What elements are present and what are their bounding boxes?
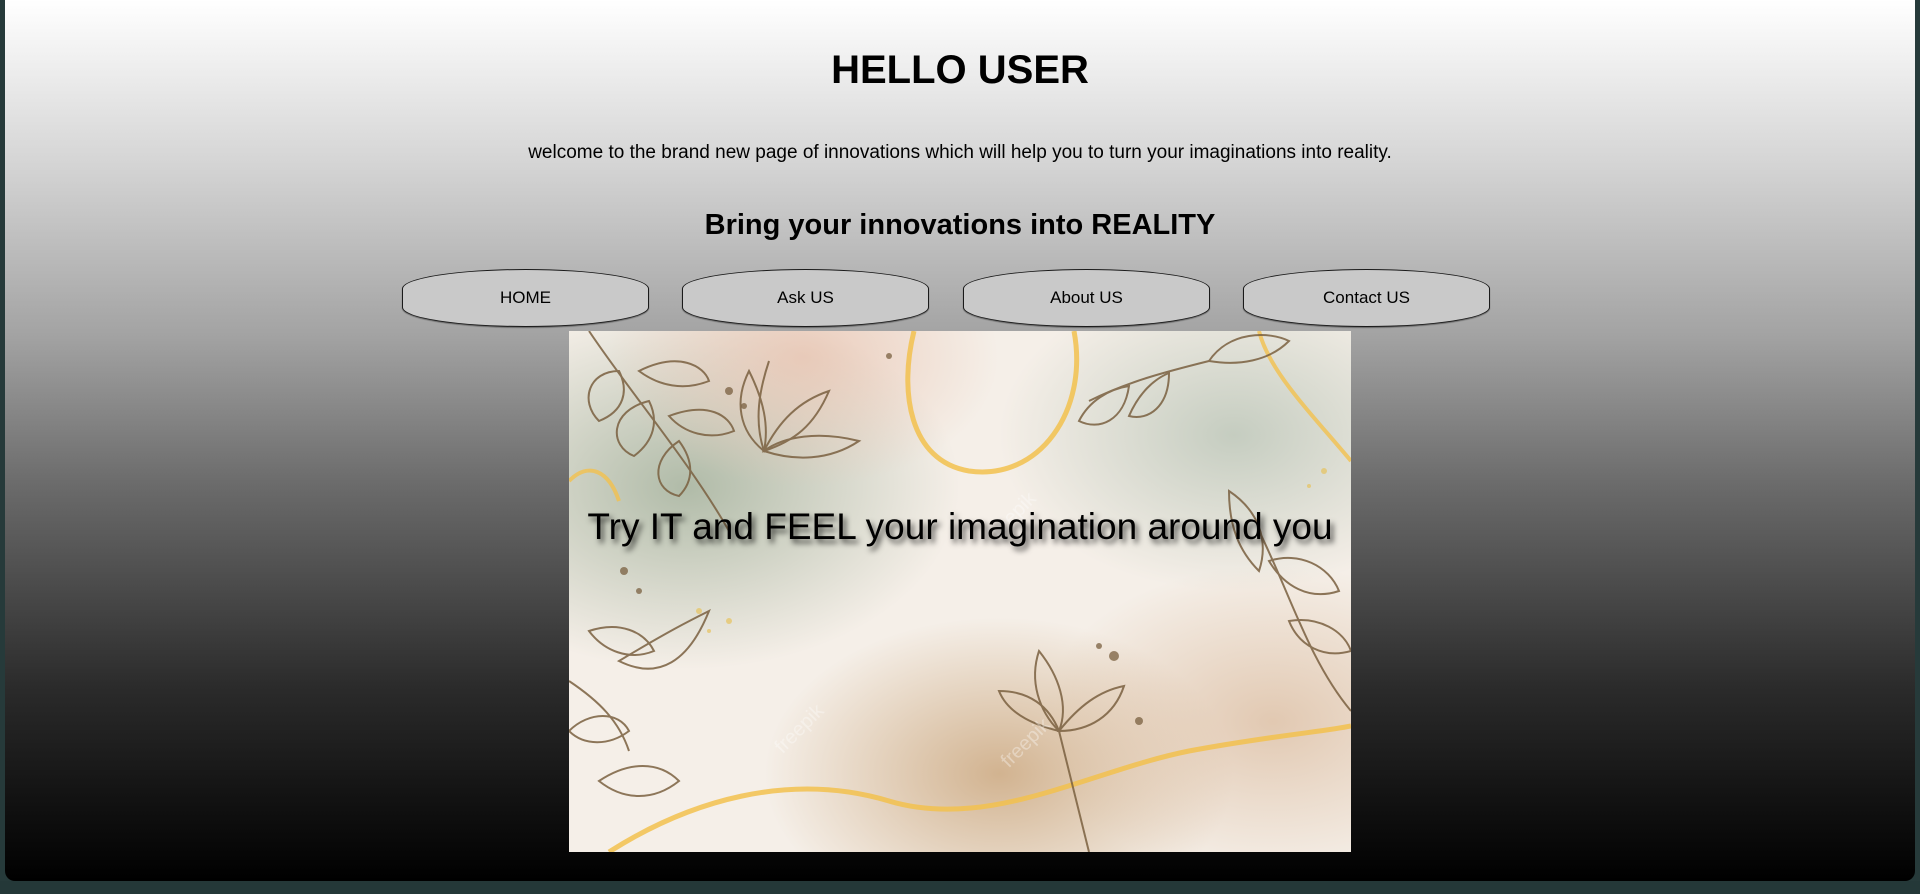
hero-caption: Try IT and FEEL your imagination around … — [587, 506, 1333, 547]
floral-background-illustration: freepik freepik freepik — [569, 331, 1351, 852]
page-window: HELLO USER welcome to the brand new page… — [5, 0, 1915, 881]
intro-text: welcome to the brand new page of innovat… — [528, 142, 1392, 163]
taskbar-strip — [0, 881, 1920, 894]
nav-contact-us-button[interactable]: Contact US — [1243, 269, 1490, 327]
nav-home-button[interactable]: HOME — [402, 269, 649, 327]
nav-ask-us-button[interactable]: Ask US — [682, 269, 929, 327]
main-nav: HOME Ask US About US Contact US — [402, 269, 1502, 331]
nav-about-us-button[interactable]: About US — [963, 269, 1210, 327]
page-title: HELLO USER — [831, 48, 1089, 92]
hero-image: freepik freepik freepik Try IT and FEEL … — [569, 331, 1351, 852]
page-subtitle: Bring your innovations into REALITY — [704, 209, 1216, 241]
